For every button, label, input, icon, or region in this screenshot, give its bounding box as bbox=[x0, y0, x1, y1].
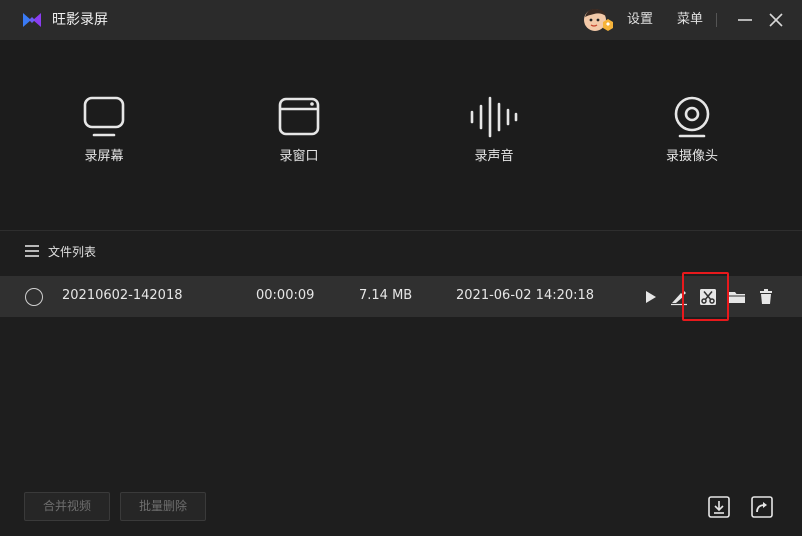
record-audio-label: 录声音 bbox=[474, 149, 514, 164]
merge-videos-button[interactable]: 合并视频 bbox=[24, 492, 110, 521]
record-screen-label: 录屏幕 bbox=[84, 149, 124, 164]
record-screen-button[interactable]: 录屏幕 bbox=[44, 95, 164, 166]
app-logo-icon bbox=[23, 13, 41, 27]
file-duration: 00:00:09 bbox=[256, 288, 315, 303]
title-bar: 旺影录屏 设置 菜单 bbox=[0, 0, 802, 40]
avatar[interactable] bbox=[582, 6, 614, 34]
window-icon bbox=[278, 97, 320, 136]
record-audio-button[interactable]: 录声音 bbox=[434, 95, 554, 166]
record-window-button[interactable]: 录窗口 bbox=[239, 95, 359, 166]
play-icon[interactable] bbox=[641, 288, 659, 306]
sound-wave-icon bbox=[470, 96, 518, 138]
list-icon bbox=[25, 245, 39, 257]
record-webcam-label: 录摄像头 bbox=[665, 149, 718, 164]
menu-link[interactable]: 菜单 bbox=[677, 10, 703, 30]
file-date: 2021-06-02 14:20:18 bbox=[456, 288, 595, 303]
download-icon[interactable] bbox=[708, 496, 730, 518]
folder-icon[interactable] bbox=[728, 288, 746, 306]
record-window-label: 录窗口 bbox=[279, 149, 319, 164]
batch-delete-button[interactable]: 批量删除 bbox=[120, 492, 206, 521]
delete-icon[interactable] bbox=[757, 288, 775, 306]
edit-icon[interactable] bbox=[670, 288, 688, 306]
webcam-icon bbox=[674, 96, 710, 138]
file-size: 7.14 MB bbox=[359, 288, 413, 303]
cut-icon[interactable] bbox=[699, 288, 717, 306]
record-mode-panel: 录屏幕 录窗口 录声音 录摄像头 bbox=[0, 40, 802, 230]
minimize-icon[interactable] bbox=[733, 8, 757, 32]
settings-link[interactable]: 设置 bbox=[627, 10, 653, 30]
record-webcam-button[interactable]: 录摄像头 bbox=[632, 95, 752, 166]
monitor-icon bbox=[83, 96, 125, 137]
titlebar-divider bbox=[716, 13, 717, 27]
app-title: 旺影录屏 bbox=[52, 12, 108, 28]
row-select-radio[interactable] bbox=[25, 288, 43, 306]
section-divider bbox=[0, 230, 802, 231]
close-icon[interactable] bbox=[764, 8, 788, 32]
file-list-title: 文件列表 bbox=[48, 245, 97, 259]
table-row[interactable]: 20210602-142018 00:00:09 7.14 MB 2021-06… bbox=[0, 276, 802, 317]
file-name: 20210602-142018 bbox=[62, 288, 183, 303]
share-icon[interactable] bbox=[751, 496, 773, 518]
